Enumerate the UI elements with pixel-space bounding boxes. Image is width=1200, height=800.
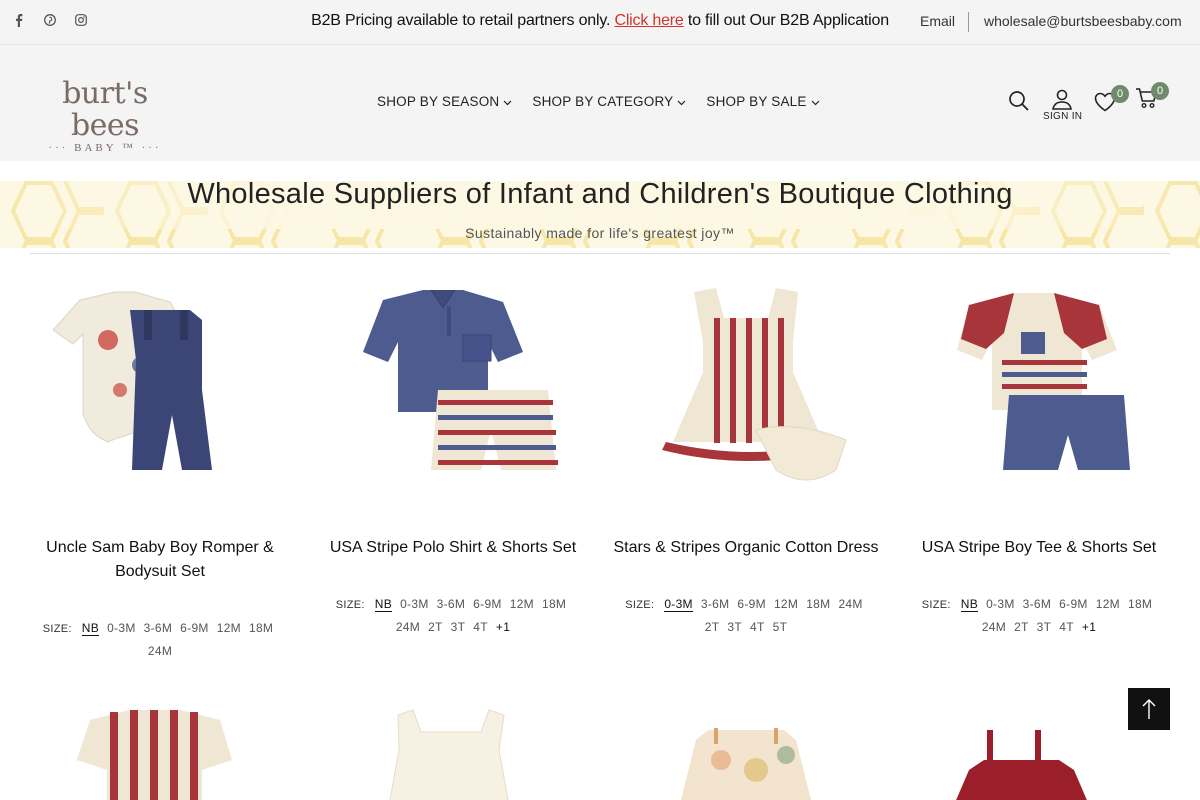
more-sizes-link[interactable]: +1 (496, 620, 510, 634)
divider (968, 12, 969, 32)
site-header: burt's bees ··· BABY ™ ··· SHOP BY SEASO… (0, 45, 1200, 161)
product-title[interactable]: USA Stripe Boy Tee & Shorts Set (899, 536, 1179, 560)
nav-label: SHOP BY SEASON (377, 94, 500, 109)
size-option[interactable]: 2T (1014, 620, 1029, 634)
size-option[interactable]: 6-9M (473, 597, 502, 611)
size-option[interactable]: 3-6M (701, 597, 730, 611)
size-options: SIZE: NB 0-3M 3-6M 6-9M 12M 18M 24M 2T 3T 4T +1 (313, 593, 593, 638)
size-option[interactable]: 2T (705, 620, 720, 634)
size-option[interactable]: 12M (774, 597, 798, 611)
size-option[interactable]: 0-3M (664, 597, 693, 612)
promo-tail: to fill out Our B2B Application (687, 12, 889, 29)
b2b-application-link[interactable]: Click here (614, 12, 683, 29)
size-option[interactable]: 24M (396, 620, 420, 634)
size-option[interactable]: 24M (148, 644, 172, 658)
size-option[interactable]: 5T (773, 620, 788, 634)
size-option[interactable]: NB (81, 621, 100, 636)
chevron-down-icon (677, 98, 686, 108)
size-option[interactable]: 12M (510, 597, 534, 611)
size-options: SIZE: NB 0-3M 3-6M 6-9M 12M 18M 24M (20, 617, 300, 662)
product-image[interactable] (313, 270, 593, 510)
size-option[interactable]: NB (960, 597, 979, 612)
size-option[interactable]: 4T (1059, 620, 1074, 634)
sign-in-link[interactable]: SIGN IN (1043, 111, 1082, 122)
size-option[interactable]: 24M (982, 620, 1006, 634)
main-nav: SHOP BY SEASON SHOP BY CATEGORY SHOP BY … (377, 94, 820, 109)
product-image[interactable] (20, 700, 300, 800)
size-option[interactable]: 3T (451, 620, 466, 634)
size-option[interactable]: 3-6M (144, 621, 173, 635)
product-title[interactable]: Stars & Stripes Organic Cotton Dress (606, 536, 886, 560)
size-option[interactable]: 24M (838, 597, 862, 611)
search-icon[interactable] (1008, 90, 1030, 117)
product-image[interactable] (899, 270, 1179, 510)
promo-text: B2B Pricing available to retail partners… (311, 12, 611, 29)
chevron-down-icon (811, 98, 820, 108)
size-option[interactable]: 18M (249, 621, 273, 635)
nav-shop-by-season[interactable]: SHOP BY SEASON (377, 94, 512, 109)
section-divider (30, 253, 1170, 254)
size-label: SIZE: (921, 599, 951, 611)
size-option[interactable]: 0-3M (986, 597, 1015, 611)
page-title: Wholesale Suppliers of Infant and Childr… (187, 178, 1013, 210)
product-title[interactable]: Uncle Sam Baby Boy Romper & Bodysuit Set (20, 536, 300, 584)
wishlist-count-badge: 0 (1111, 85, 1129, 103)
size-option[interactable]: 18M (806, 597, 830, 611)
size-option[interactable]: 3-6M (1023, 597, 1052, 611)
nav-shop-by-sale[interactable]: SHOP BY SALE (706, 94, 819, 109)
size-option[interactable]: 6-9M (1059, 597, 1088, 611)
cart-count-badge: 0 (1151, 82, 1169, 100)
size-label: SIZE: (42, 623, 72, 635)
size-option[interactable]: 18M (1128, 597, 1152, 611)
page-subtitle: Sustainably made for life's greatest joy… (465, 225, 735, 241)
size-option[interactable]: 6-9M (737, 597, 766, 611)
size-option[interactable]: 4T (750, 620, 765, 634)
email-address-link[interactable]: wholesale@burtsbeesbaby.com (984, 13, 1182, 29)
chevron-down-icon (503, 98, 512, 108)
nav-label: SHOP BY SALE (706, 94, 807, 109)
nav-label: SHOP BY CATEGORY (532, 94, 674, 109)
size-option[interactable]: 3-6M (437, 597, 466, 611)
size-option[interactable]: 3T (727, 620, 742, 634)
logo-wordmark: burt's bees (62, 76, 148, 143)
nav-shop-by-category[interactable]: SHOP BY CATEGORY (532, 94, 686, 109)
product-title[interactable]: USA Stripe Polo Shirt & Shorts Set (313, 536, 593, 560)
product-image[interactable] (20, 270, 300, 510)
size-option[interactable]: 4T (473, 620, 488, 634)
size-option[interactable]: 0-3M (107, 621, 136, 635)
size-label: SIZE: (335, 599, 365, 611)
size-option[interactable]: 6-9M (180, 621, 209, 635)
back-to-top-button[interactable] (1128, 688, 1170, 730)
more-sizes-link[interactable]: +1 (1082, 620, 1096, 634)
size-option[interactable]: 3T (1037, 620, 1052, 634)
size-option[interactable]: 2T (428, 620, 443, 634)
brand-logo[interactable]: burt's bees ··· BABY ™ ··· (30, 76, 180, 155)
logo-subtitle: ··· BABY ™ ··· (48, 142, 162, 154)
email-label: Email (920, 13, 956, 29)
size-option[interactable]: NB (374, 597, 393, 612)
top-announcement-bar: B2B Pricing available to retail partners… (0, 0, 1200, 45)
size-label: SIZE: (625, 599, 655, 611)
size-option[interactable]: 12M (217, 621, 241, 635)
arrow-up-icon (1142, 699, 1156, 719)
product-image[interactable] (313, 700, 593, 800)
product-image[interactable] (606, 270, 886, 510)
size-option[interactable]: 12M (1096, 597, 1120, 611)
product-image[interactable] (606, 700, 886, 800)
size-option[interactable]: 18M (542, 597, 566, 611)
size-option[interactable]: 0-3M (400, 597, 429, 611)
size-options: SIZE: NB 0-3M 3-6M 6-9M 12M 18M 24M 2T 3T 4T +1 (899, 593, 1179, 638)
size-options: SIZE: 0-3M 3-6M 6-9M 12M 18M 24M 2T 3T 4T 5T (606, 593, 886, 638)
